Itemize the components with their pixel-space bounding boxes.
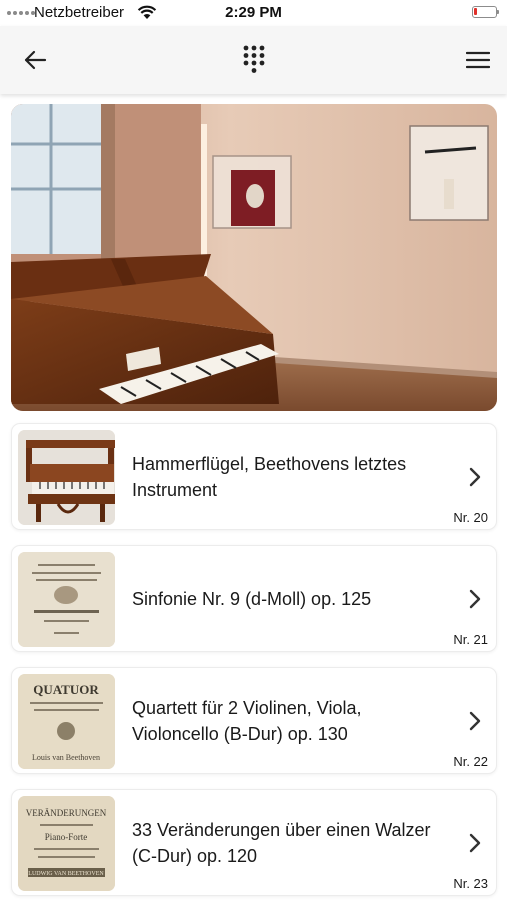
score-thumbnail: QUATUOR Louis van Beethoven (18, 674, 115, 769)
chevron-right-icon (469, 711, 481, 731)
status-time: 2:29 PM (225, 4, 282, 21)
item-thumbnail: VERÄNDERUNGEN Piano-Forte LUDWIG VAN BEE… (18, 796, 115, 891)
item-number: Nr. 23 (453, 876, 488, 891)
thumb-beethoven-caps-text: LUDWIG VAN BEETHOVEN (28, 871, 104, 877)
score-thumbnail (18, 552, 115, 647)
item-title: Hammerflügel, Beethovens letztes Instrum… (132, 453, 407, 500)
thumb-piano-forte-text: Piano-Forte (45, 832, 88, 842)
score-thumbnail: VERÄNDERUNGEN Piano-Forte LUDWIG VAN BEE… (18, 796, 115, 891)
item-title: Sinfonie Nr. 9 (d-Moll) op. 125 (132, 588, 372, 609)
thumb-veraenderungen-text: VERÄNDERUNGEN (26, 808, 107, 818)
thumb-quatuor-text: QUATUOR (33, 682, 99, 697)
chevron-right-icon (469, 589, 481, 609)
chevron-right-icon (469, 467, 481, 487)
back-button[interactable] (15, 40, 55, 80)
chevron-right-icon (469, 833, 481, 853)
item-thumbnail (18, 552, 115, 647)
item-title: 33 Veränderungen über einen Walzer (C-Du… (132, 819, 431, 866)
status-bar: Netzbetreiber 2:29 PM (0, 0, 507, 26)
item-title: Quartett für 2 Violinen, Viola, Violonce… (132, 697, 362, 744)
thumb-beethoven-text: Louis van Beethoven (32, 753, 100, 762)
exhibition-room-photo (11, 104, 497, 411)
list-item[interactable]: Sinfonie Nr. 9 (d-Moll) op. 125 Nr. 21 (11, 545, 497, 652)
item-thumbnail: QUATUOR Louis van Beethoven (18, 674, 115, 769)
hamburger-menu-icon (466, 51, 490, 69)
item-number: Nr. 22 (453, 754, 488, 769)
keypad-icon (243, 45, 265, 73)
item-number: Nr. 20 (453, 510, 488, 525)
item-thumbnail (18, 430, 115, 525)
exhibit-list: Hammerflügel, Beethovens letztes Instrum… (11, 423, 497, 900)
item-number: Nr. 21 (453, 632, 488, 647)
keypad-button[interactable] (234, 40, 274, 80)
list-item[interactable]: QUATUOR Louis van Beethoven Quartett für… (11, 667, 497, 774)
fortepiano-thumbnail (18, 430, 115, 525)
battery-level (474, 8, 477, 15)
menu-button[interactable] (458, 40, 498, 80)
list-item[interactable]: Hammerflügel, Beethovens letztes Instrum… (11, 423, 497, 530)
navigation-bar (0, 26, 507, 94)
list-item[interactable]: VERÄNDERUNGEN Piano-Forte LUDWIG VAN BEE… (11, 789, 497, 896)
arrow-left-icon (24, 50, 47, 70)
battery-icon (472, 6, 499, 18)
hero-image (11, 104, 497, 411)
